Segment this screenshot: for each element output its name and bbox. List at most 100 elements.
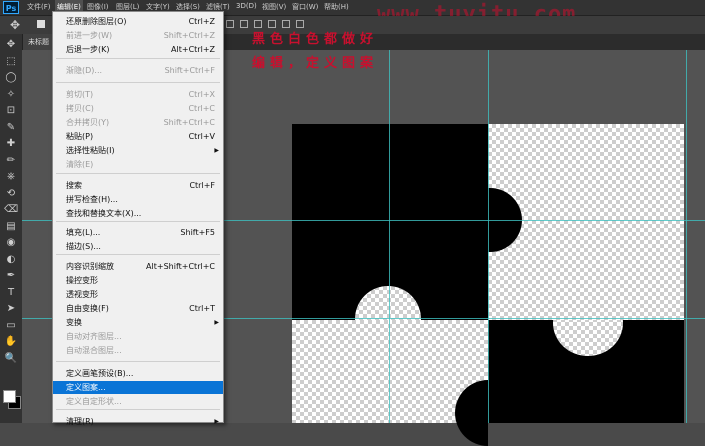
edit-menu-item[interactable]: 定义自定形状...: [53, 395, 223, 408]
document-tab[interactable]: 未标题: [22, 34, 55, 50]
guide-vertical[interactable]: [389, 50, 390, 423]
edit-menu-item[interactable]: 选择性粘贴(I) ▶: [53, 144, 223, 157]
menu-item-label: 填充(L)...: [66, 228, 101, 237]
align-icon[interactable]: [296, 20, 304, 28]
menu-item-shortcut: Ctrl+X: [188, 90, 215, 99]
menu-item-shortcut: Ctrl+Z: [188, 17, 215, 26]
edit-menu-item[interactable]: 前进一步(W) Shift+Ctrl+Z: [53, 29, 223, 42]
menu-item-label: 还原删除图层(O): [66, 17, 127, 26]
edit-menu-item[interactable]: 操控变形: [53, 274, 223, 287]
menu-separator: [56, 361, 220, 362]
photoshop-logo: Ps: [3, 1, 19, 14]
type-icon[interactable]: T: [4, 286, 18, 299]
menu-item-label: 操控变形: [66, 276, 98, 285]
align-icon[interactable]: [282, 20, 290, 28]
foreground-color-swatch[interactable]: [3, 390, 16, 403]
submenu-arrow-icon: ▶: [214, 147, 219, 154]
dodge-icon[interactable]: ◐: [4, 253, 18, 266]
edit-menu-item[interactable]: 内容识别缩放 Alt+Shift+Ctrl+C: [53, 260, 223, 273]
menu-item-label: 内容识别缩放: [66, 262, 114, 271]
menu-item-label: 变换: [66, 318, 82, 327]
menu-item-label: 清理(R): [66, 417, 94, 426]
edit-menu-item[interactable]: 定义图案...: [53, 381, 223, 394]
menu-item-label: 清除(E): [66, 160, 94, 169]
menu-help[interactable]: 帮助(H): [324, 2, 349, 12]
menu-separator: [56, 221, 220, 222]
guide-vertical[interactable]: [488, 50, 489, 423]
edit-menu-item[interactable]: 自动混合图层...: [53, 344, 223, 357]
annotation-line-1: 黑色白色都做好: [252, 32, 379, 47]
align-icon[interactable]: [226, 20, 234, 28]
guide-vertical[interactable]: [686, 50, 687, 423]
menu-window[interactable]: 窗口(W): [292, 2, 318, 12]
edit-menu-item[interactable]: 清除(E): [53, 158, 223, 171]
edit-menu-item[interactable]: 后退一步(K) Alt+Ctrl+Z: [53, 43, 223, 56]
move-tool-icon[interactable]: ✥: [10, 18, 24, 32]
menu-item-shortcut: Alt+Ctrl+Z: [171, 45, 215, 54]
tools-panel: ✥ ⬚ ◯ ✧ ⊡ ✎ ✚ ✏ ⎈ ⟲ ⌫ ▤ ◉ ◐ ✒ T ➤ ▭ ✋ 🔍: [0, 34, 23, 423]
menu-separator: [56, 409, 220, 410]
edit-menu-item[interactable]: 自动对齐图层...: [53, 330, 223, 343]
align-icon[interactable]: [254, 20, 262, 28]
menu-item-shortcut: Alt+Shift+Ctrl+C: [146, 262, 215, 271]
menu-separator: [56, 58, 220, 59]
eraser-icon[interactable]: ⌫: [4, 203, 18, 216]
align-icon[interactable]: [268, 20, 276, 28]
menu-item-shortcut: Ctrl+V: [188, 132, 215, 141]
edit-menu-item[interactable]: 变换 ▶: [53, 316, 223, 329]
crop-icon[interactable]: ⊡: [4, 104, 18, 117]
edit-menu-item[interactable]: 搜索 Ctrl+F: [53, 179, 223, 192]
edit-menu-item[interactable]: 还原删除图层(O) Ctrl+Z: [53, 15, 223, 28]
menu-file[interactable]: 文件(F): [27, 2, 51, 12]
gradient-icon[interactable]: ▤: [4, 220, 18, 233]
edit-menu-item[interactable]: 定义画笔预设(B)...: [53, 367, 223, 380]
menu-item-shortcut: Shift+Ctrl+C: [163, 118, 215, 127]
edit-menu-item[interactable]: 透视变形: [53, 288, 223, 301]
edit-menu-item[interactable]: 粘贴(P) Ctrl+V: [53, 130, 223, 143]
menu-item-label: 自动对齐图层...: [66, 332, 122, 341]
blur-icon[interactable]: ◉: [4, 236, 18, 249]
menu-item-shortcut: Shift+Ctrl+F: [164, 66, 215, 75]
brush-icon[interactable]: ✏: [4, 154, 18, 167]
auto-select-checkbox[interactable]: [37, 20, 45, 28]
edit-menu-item[interactable]: 渐隐(D)... Shift+Ctrl+F: [53, 64, 223, 77]
hand-icon[interactable]: ✋: [4, 335, 18, 348]
menu-item-label: 定义图案...: [66, 383, 106, 392]
edit-menu-item[interactable]: 描边(S)...: [53, 240, 223, 253]
pen-icon[interactable]: ✒: [4, 269, 18, 282]
menu-3d[interactable]: 3D(D): [236, 2, 257, 10]
menu-item-label: 透视变形: [66, 290, 98, 299]
menu-separator: [56, 173, 220, 174]
healing-icon[interactable]: ✚: [4, 137, 18, 150]
edit-menu-item[interactable]: 拼写检查(H)...: [53, 193, 223, 206]
marquee-icon[interactable]: ⬚: [4, 55, 18, 68]
lasso-icon[interactable]: ◯: [4, 71, 18, 84]
menu-item-label: 拼写检查(H)...: [66, 195, 118, 204]
shape-icon[interactable]: ▭: [4, 319, 18, 332]
edit-menu-item[interactable]: 清理(R) ▶: [53, 415, 223, 428]
edit-menu-item[interactable]: 剪切(T) Ctrl+X: [53, 88, 223, 101]
submenu-arrow-icon: ▶: [214, 319, 219, 326]
menu-view[interactable]: 视图(V): [262, 2, 286, 12]
move-icon[interactable]: ✥: [4, 38, 18, 51]
edit-menu-item[interactable]: 填充(L)... Shift+F5: [53, 226, 223, 239]
menu-item-label: 自动混合图层...: [66, 346, 122, 355]
annotation-line-2: 编辑，定义图案: [252, 56, 379, 71]
menu-item-label: 前进一步(W): [66, 31, 113, 40]
menu-item-label: 选择性粘贴(I): [66, 146, 115, 155]
submenu-arrow-icon: ▶: [214, 418, 219, 425]
menu-item-label: 搜索: [66, 181, 82, 190]
path-select-icon[interactable]: ➤: [4, 302, 18, 315]
eyedropper-icon[interactable]: ✎: [4, 121, 18, 134]
edit-menu-item[interactable]: 查找和替换文本(X)...: [53, 207, 223, 220]
history-brush-icon[interactable]: ⟲: [4, 187, 18, 200]
edit-menu-item[interactable]: 自由变换(F) Ctrl+T: [53, 302, 223, 315]
edit-menu-item[interactable]: 拷贝(C) Ctrl+C: [53, 102, 223, 115]
stamp-icon[interactable]: ⎈: [4, 170, 18, 183]
zoom-icon[interactable]: 🔍: [4, 352, 18, 365]
edit-menu-item[interactable]: 合并拷贝(Y) Shift+Ctrl+C: [53, 116, 223, 129]
menu-item-label: 定义画笔预设(B)...: [66, 369, 134, 378]
align-icon[interactable]: [240, 20, 248, 28]
menu-item-label: 合并拷贝(Y): [66, 118, 110, 127]
quick-select-icon[interactable]: ✧: [4, 88, 18, 101]
